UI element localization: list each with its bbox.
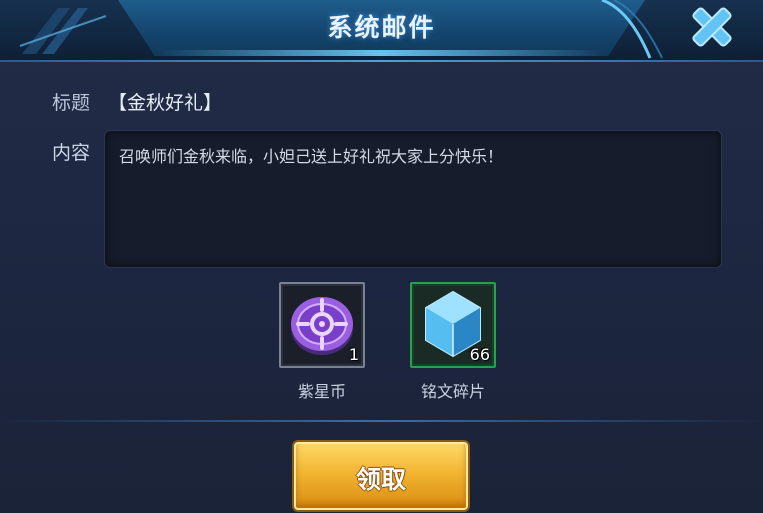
reward-count: 66: [469, 345, 490, 364]
mail-dialog: 系统邮件 标题 【金秋好礼】 内容 召唤师们金秋来临，小妲己送上好礼祝大家上分快…: [0, 0, 763, 513]
content-text: 召唤师们金秋来临，小妲己送上好礼祝大家上分快乐！: [119, 147, 504, 166]
close-icon[interactable]: [684, 2, 740, 52]
subject-value: 【金秋好礼】: [108, 92, 223, 114]
reward-count: 1: [348, 345, 359, 364]
reward-name: 紫星币: [297, 382, 346, 401]
reward-slot-purple-star-coin[interactable]: 1: [279, 282, 365, 368]
dialog-header: 系统邮件: [0, 0, 763, 62]
header-glow: [160, 50, 603, 56]
reward-name: 铭文碎片: [420, 382, 485, 401]
header-divider: [0, 60, 763, 62]
claim-button[interactable]: 领取: [294, 442, 468, 510]
subject-label: 标题: [52, 92, 91, 114]
content-box: 召唤师们金秋来临，小妲己送上好礼祝大家上分快乐！: [104, 130, 722, 268]
divider: [0, 420, 763, 422]
dialog-title: 系统邮件: [327, 13, 436, 42]
claim-button-label: 领取: [355, 465, 406, 494]
reward-slot-blue-crystal[interactable]: 66: [410, 282, 496, 368]
content-label: 内容: [52, 142, 91, 164]
